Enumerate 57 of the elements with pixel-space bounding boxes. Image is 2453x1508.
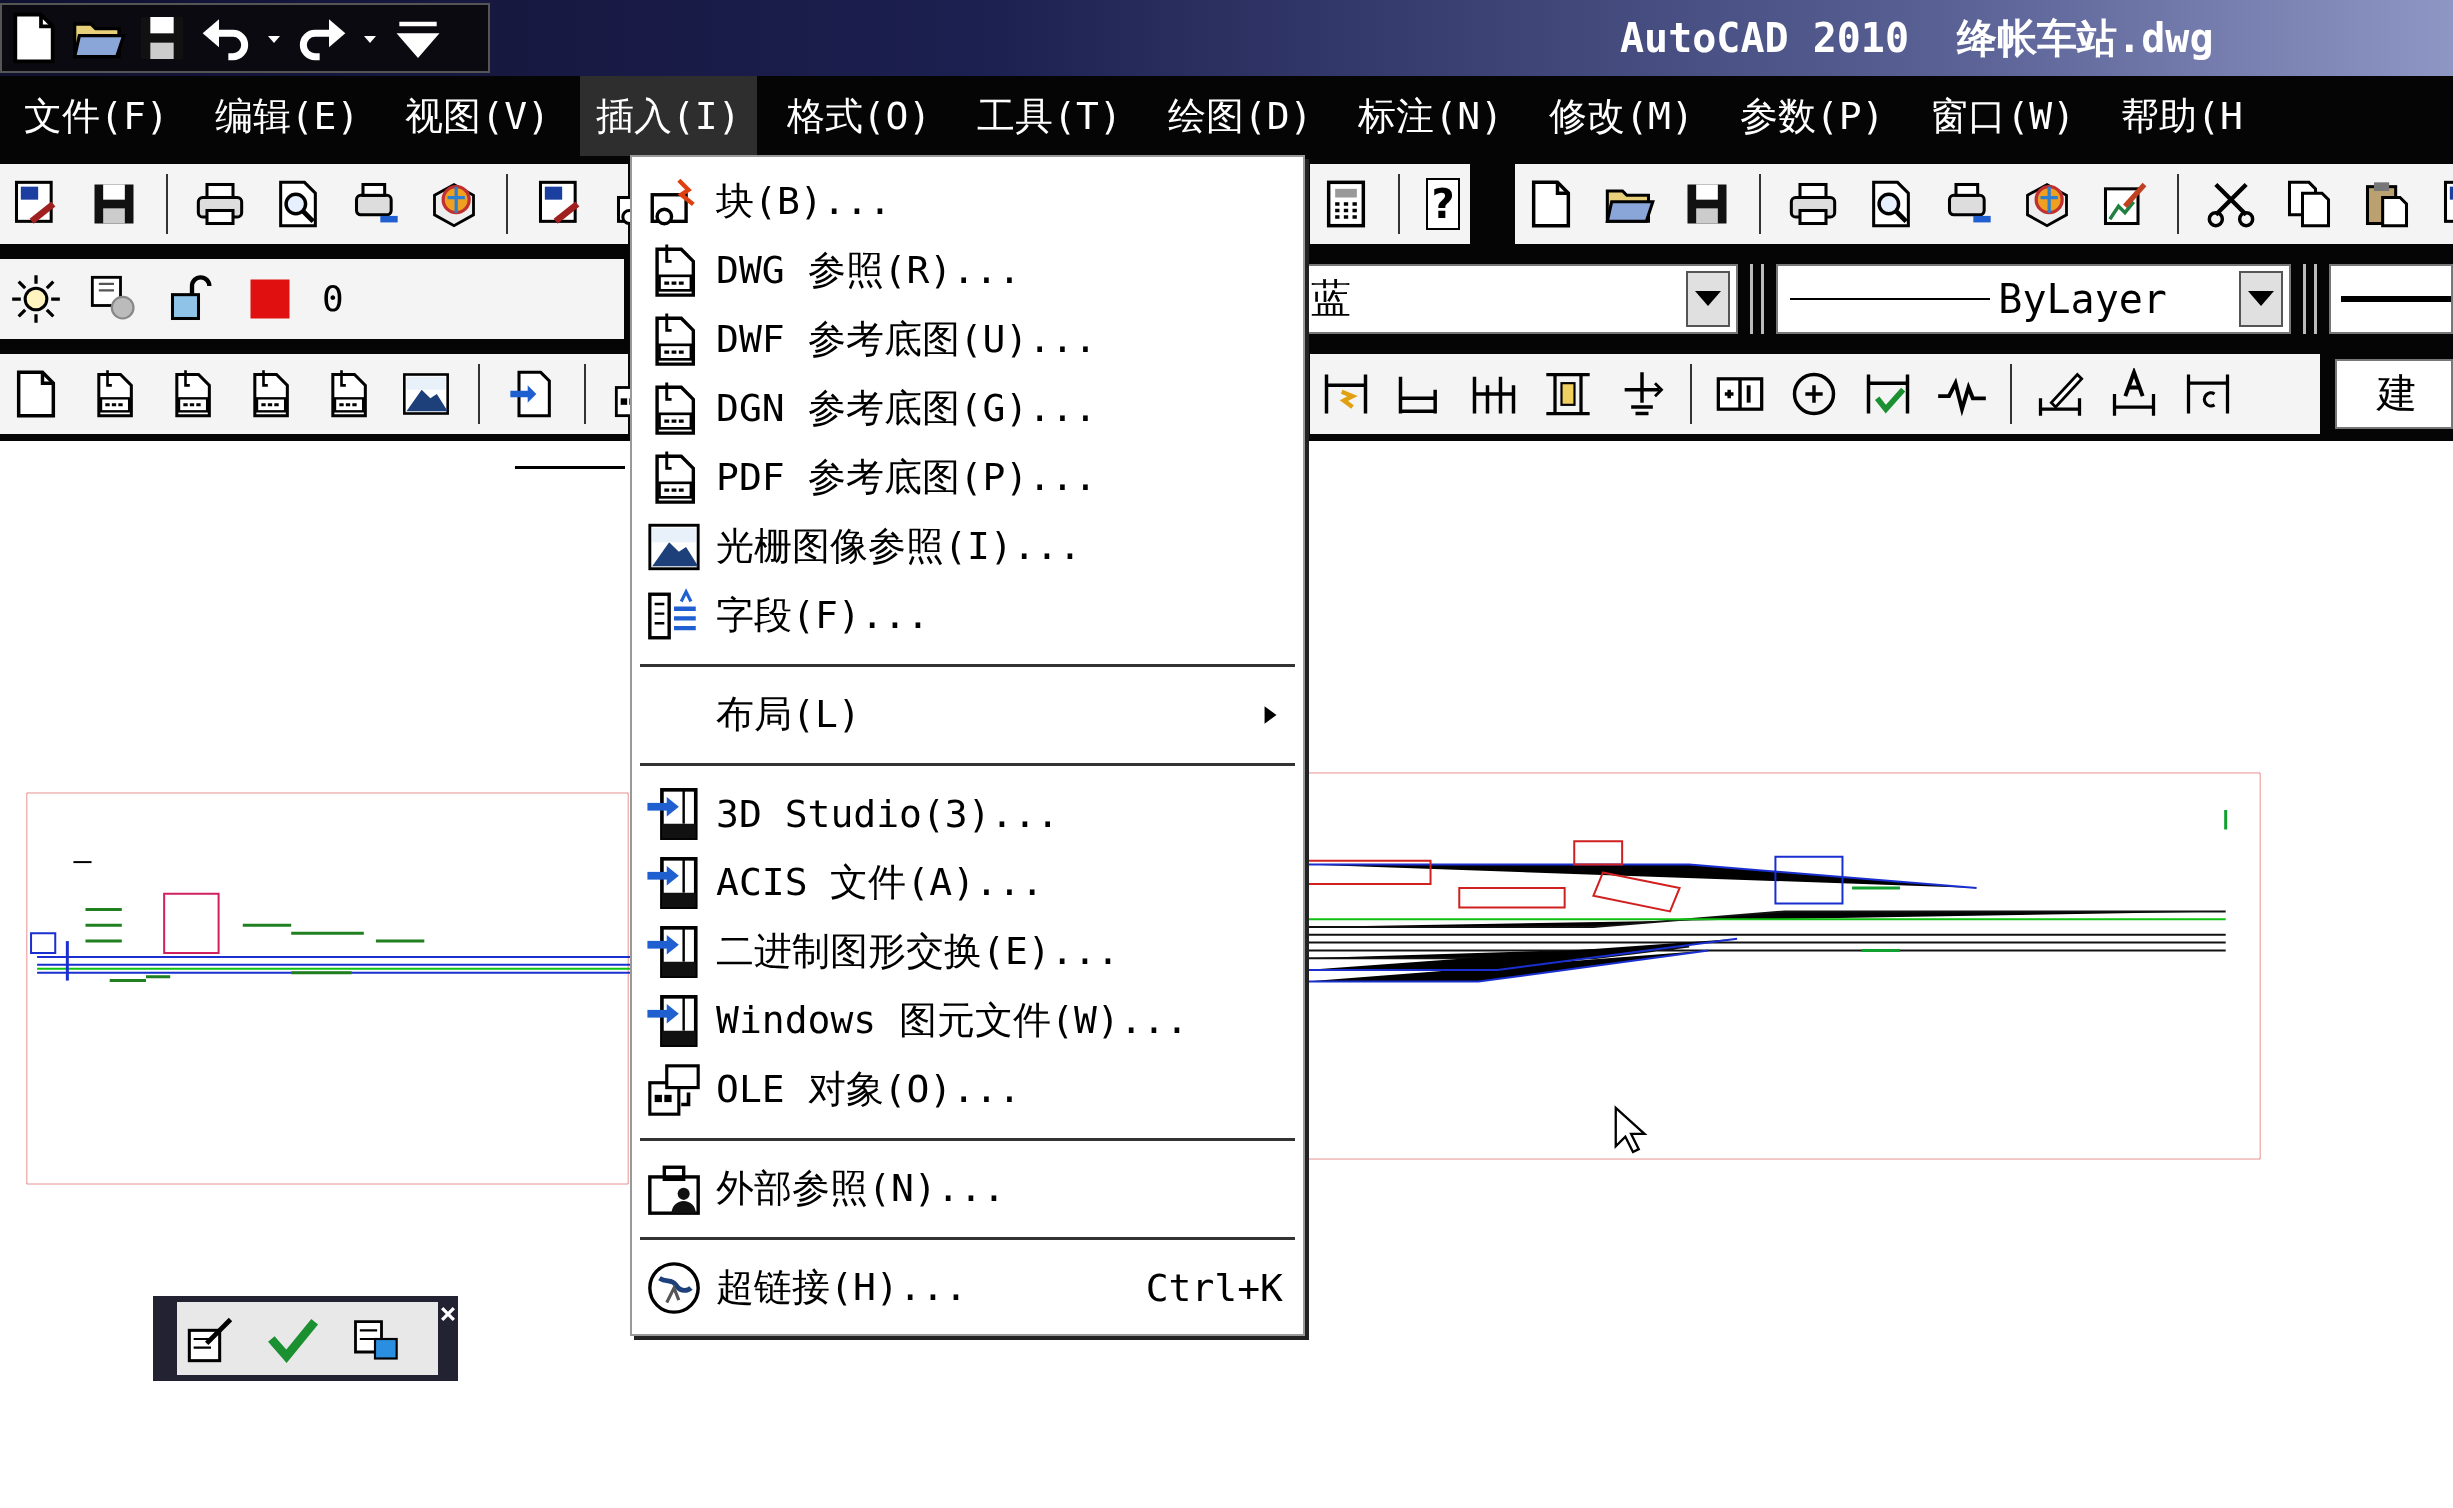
menu-item[interactable]: OLE 对象(O)... (632, 1055, 1303, 1124)
menu-item[interactable]: 布局(L) (632, 680, 1303, 749)
menu-item[interactable]: 视图(V) (389, 76, 566, 156)
menu-item[interactable]: 参数(P) (1723, 76, 1901, 156)
menu-item[interactable]: 字段(F)... (632, 581, 1303, 650)
menu-item-label: 二进制图形交换(E)... (716, 928, 1121, 975)
menu-item[interactable]: 超链接(H)... Ctrl+K (632, 1253, 1303, 1322)
caret-icon (2247, 291, 2274, 306)
menu-item[interactable]: DWG 参照(R)... (632, 236, 1303, 305)
menu-item[interactable]: 窗口(W) (1914, 76, 2092, 156)
menu-item[interactable]: 编辑(E) (198, 76, 376, 156)
menu-item[interactable]: 插入(I) (579, 76, 757, 156)
menu-item[interactable]: PDF 参考底图(P)... (632, 443, 1303, 512)
menu-item[interactable]: 帮助(H (2105, 76, 2259, 156)
menu-item-label: 布局(L) (716, 691, 862, 738)
menu-item-label: DGN 参考底图(G)... (716, 385, 1098, 432)
sun-icon[interactable] (10, 272, 62, 325)
menu-item[interactable]: 标注(N) (1342, 76, 1520, 156)
menu-item[interactable]: 块(B)... (632, 167, 1303, 236)
caret-icon (1695, 291, 1722, 306)
menu-item-label: PDF 参考底图(P)... (716, 454, 1098, 501)
menu-item[interactable]: DWF 参考底图(U)... (632, 305, 1303, 374)
menu-item-label: ACIS 文件(A)... (716, 859, 1045, 906)
lineweight-dropdown[interactable] (2328, 263, 2453, 334)
menu-item[interactable]: 光栅图像参照(I)... (632, 512, 1303, 581)
window-title: AutoCAD 2010 绛帐车站.dwg (1620, 13, 2214, 63)
menu-item-label: 外部参照(N)... (716, 1165, 1007, 1212)
menu-item[interactable]: 修改(M) (1533, 76, 1710, 156)
menu-item[interactable]: 3D Studio(3)... (632, 779, 1303, 848)
dropdown-button[interactable] (2238, 270, 2283, 327)
layer-name: 0 (322, 278, 344, 319)
dropdown-button[interactable] (1686, 270, 1731, 327)
menu-item[interactable]: 工具(T) (961, 76, 1138, 156)
menu-item[interactable]: 外部参照(N)... (632, 1154, 1303, 1223)
menu-item-label: 字段(F)... (716, 592, 931, 639)
menu-item[interactable]: DGN 参考底图(G)... (632, 374, 1303, 443)
menu-item-label: DWG 参照(R)... (716, 247, 1022, 294)
toolbar-grip[interactable] (1750, 263, 1765, 334)
menu-item-label: 光栅图像参照(I)... (716, 523, 1083, 570)
shortcut-label: Ctrl+K (1145, 1265, 1283, 1310)
toolbar-grip[interactable] (2302, 263, 2317, 334)
menu-item-label: 3D Studio(3)... (716, 791, 1061, 836)
style-dropdown[interactable]: 建 (2335, 358, 2453, 429)
close-icon[interactable] (438, 1304, 458, 1324)
menu-item[interactable]: 二进制图形交换(E)... (632, 917, 1303, 986)
menu-item[interactable]: ACIS 文件(A)... (632, 848, 1303, 917)
menu-item-label: OLE 对象(O)... (716, 1066, 1022, 1113)
menu-item[interactable]: 格式(O) (770, 76, 948, 156)
menu-item[interactable]: Windows 图元文件(W)... (632, 986, 1303, 1055)
menu-item-label: Windows 图元文件(W)... (716, 997, 1190, 1044)
menu-item-label: 块(B)... (716, 178, 893, 225)
menu-item-label: 超链接(H)... (716, 1264, 969, 1311)
menu-item-label: DWF 参考底图(U)... (716, 316, 1098, 363)
help-button[interactable]: ? (1426, 177, 1460, 230)
linetype-dropdown[interactable]: ByLayer (1776, 263, 2291, 334)
menu-item[interactable]: 文件(F) (8, 76, 185, 156)
menu-item[interactable]: 绘图(D) (1151, 76, 1329, 156)
